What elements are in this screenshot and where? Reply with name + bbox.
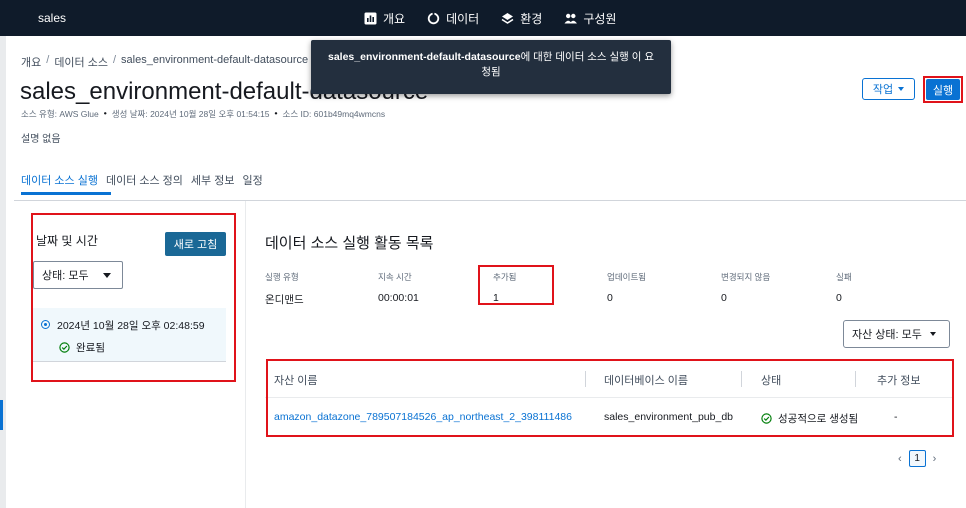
- breadcrumb: 개요 / 데이터 소스 / sales_environment-default-…: [21, 54, 308, 70]
- breadcrumb-current: sales_environment-default-datasource: [121, 54, 309, 66]
- table-header: 자산 이름 데이터베이스 이름 상태 추가 정보: [265, 360, 953, 398]
- refresh-button[interactable]: 새로 고침: [165, 232, 226, 256]
- assets-table: 자산 이름 데이터베이스 이름 상태 추가 정보 amazon_datazone…: [265, 360, 953, 438]
- run-requested-toast: sales_environment-default-datasource에 대한…: [311, 40, 671, 94]
- breadcrumb-overview[interactable]: 개요: [21, 54, 41, 70]
- source-meta: 소스 유형: AWS Glue • 생성 날짜: 2024년 10월 28일 오…: [21, 108, 385, 120]
- actions-label: 작업: [872, 84, 894, 96]
- actions-dropdown-button[interactable]: 작업: [862, 78, 915, 100]
- stat-unchanged: 변경되지 않음 0: [721, 271, 770, 304]
- check-circle-icon: [59, 342, 70, 353]
- additional-info: -: [894, 411, 898, 423]
- caret-down-icon: [898, 87, 905, 91]
- meta-separator: •: [274, 108, 278, 118]
- tabs-divider: [14, 200, 966, 201]
- stat-label: 실패: [836, 272, 852, 282]
- status-filter-select[interactable]: 상태: 모두: [33, 261, 123, 289]
- tab-schedule[interactable]: 일정: [242, 172, 262, 188]
- asset-name-link[interactable]: amazon_datazone_789507184526_ap_northeas…: [274, 411, 572, 423]
- created-date: 생성 날짜: 2024년 10월 28일 오후 01:54:15: [111, 109, 270, 119]
- stat-failed: 실패 0: [836, 271, 852, 304]
- stat-updated: 업데이트됨 0: [607, 271, 646, 304]
- runs-list-title: 날짜 및 시간: [36, 234, 98, 248]
- tab-datasource-definition[interactable]: 데이터 소스 정의: [106, 172, 183, 188]
- stat-label: 추가됨: [493, 272, 517, 282]
- source-type: 소스 유형: AWS Glue: [21, 109, 99, 119]
- pagination: ‹ 1 ›: [898, 450, 936, 467]
- stat-value: 00:00:01: [378, 292, 419, 304]
- column-additional-info[interactable]: 추가 정보: [877, 372, 921, 388]
- panel-divider: [245, 201, 246, 508]
- breadcrumb-data-sources[interactable]: 데이터 소스: [54, 54, 108, 70]
- column-separator: [585, 371, 586, 387]
- asset-status: 성공적으로 생성됨: [761, 411, 858, 426]
- column-separator: [741, 371, 742, 387]
- chevron-right-icon[interactable]: ›: [933, 453, 937, 465]
- column-database-name[interactable]: 데이터베이스 이름: [604, 372, 688, 388]
- stat-value: 0: [836, 292, 842, 304]
- data-ring-icon: [427, 11, 440, 24]
- chevron-left-icon[interactable]: ‹: [898, 453, 902, 465]
- nav-item-label: 환경: [520, 11, 543, 26]
- nav-item-label: 구성원: [583, 11, 617, 26]
- layers-icon: [501, 12, 514, 24]
- run-datetime: 2024년 10월 28일 오후 02:48:59: [57, 320, 205, 332]
- asset-status-filter-value: 자산 상태: 모두: [852, 329, 922, 341]
- description: 설명 없음: [21, 134, 61, 145]
- nav-item-members[interactable]: 구성원: [564, 10, 616, 27]
- asset-status-filter-select[interactable]: 자산 상태: 모두: [843, 320, 950, 348]
- page-number[interactable]: 1: [908, 450, 926, 467]
- chart-icon: [364, 12, 377, 24]
- nav-item-data[interactable]: 데이터: [427, 10, 479, 27]
- stat-label: 지속 시간: [378, 272, 412, 282]
- source-id: 소스 ID: 601b49mq4wmcns: [282, 109, 386, 119]
- breadcrumb-separator: /: [112, 54, 117, 66]
- nav-items: 개요 데이터 환경 구성원: [364, 0, 616, 36]
- stat-label: 업데이트됨: [607, 272, 647, 282]
- users-icon: [564, 13, 578, 23]
- run-list-item[interactable]: 2024년 10월 28일 오후 02:48:59 완료됨: [33, 308, 226, 362]
- stat-added: 추가됨 1: [493, 271, 516, 304]
- stat-run-type: 실행 유형 온디맨드: [265, 271, 304, 307]
- stat-value: 온디맨드: [265, 294, 304, 306]
- breadcrumb-separator: /: [46, 54, 50, 66]
- caret-down-icon: [929, 332, 936, 336]
- run-radio-selected[interactable]: [41, 320, 50, 329]
- tab-details[interactable]: 세부 정보: [191, 172, 235, 188]
- toast-datasource-name: sales_environment-default-datasource: [328, 51, 521, 63]
- stat-label: 실행 유형: [265, 272, 299, 282]
- nav-item-label: 데이터: [446, 11, 480, 26]
- caret-down-icon: [102, 272, 111, 278]
- run-status: 완료됨: [59, 340, 105, 355]
- asset-status-text: 성공적으로 생성됨: [778, 413, 859, 425]
- column-separator: [855, 371, 856, 387]
- left-edge-strip: [0, 0, 6, 508]
- column-asset-name[interactable]: 자산 이름: [274, 372, 318, 388]
- activity-list-title: 데이터 소스 실행 활동 목록: [265, 235, 434, 252]
- stat-label: 변경되지 않음: [721, 272, 771, 282]
- tab-list: 데이터 소스 실행 데이터 소스 정의 세부 정보 일정: [21, 172, 263, 188]
- run-status-text: 완료됨: [76, 342, 105, 354]
- stat-value: 1: [493, 292, 499, 304]
- database-name: sales_environment_pub_db: [604, 411, 734, 423]
- nav-item-overview[interactable]: 개요: [364, 10, 405, 27]
- status-filter-value: 상태: 모두: [42, 270, 89, 282]
- tab-datasource-runs[interactable]: 데이터 소스 실행: [21, 172, 98, 188]
- column-status[interactable]: 상태: [761, 372, 781, 388]
- run-button[interactable]: 실행: [926, 79, 960, 100]
- stat-duration: 지속 시간 00:00:01: [378, 271, 419, 304]
- check-circle-icon: [761, 413, 772, 424]
- active-tab-indicator: [21, 192, 111, 195]
- meta-separator: •: [103, 108, 107, 118]
- nav-item-label: 개요: [383, 11, 406, 26]
- top-navigation: sales 개요 데이터 환경 구성원: [0, 0, 966, 36]
- nav-item-environment[interactable]: 환경: [501, 10, 542, 27]
- project-name[interactable]: sales: [38, 11, 66, 25]
- stat-value: 0: [721, 292, 727, 304]
- table-row: amazon_datazone_789507184526_ap_northeas…: [265, 398, 953, 438]
- stat-value: 0: [607, 292, 613, 304]
